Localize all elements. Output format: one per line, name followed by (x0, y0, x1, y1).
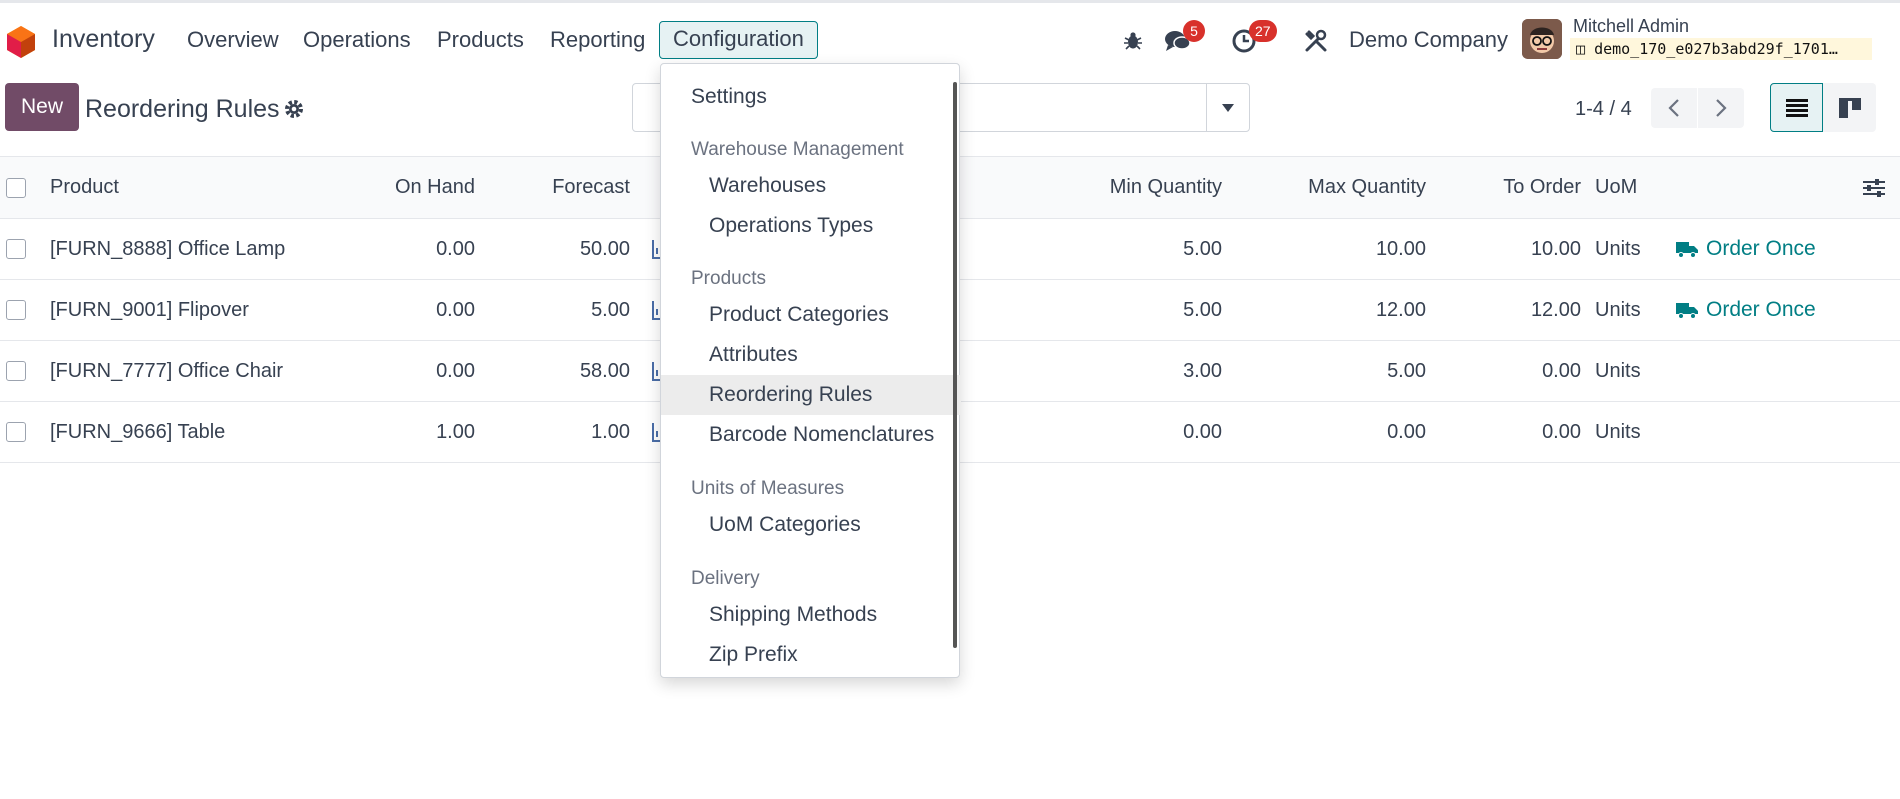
cell-product: [FURN_9666] Table (50, 420, 226, 443)
section-header-warehouse-management: Warehouse Management (691, 139, 904, 160)
menu-item-operations-types[interactable]: Operations Types (661, 206, 961, 246)
pager-value[interactable]: 1-4 / 4 (1575, 98, 1632, 121)
cell-forecast: 5.00 (591, 298, 630, 321)
menu-item-shipping-methods[interactable]: Shipping Methods (661, 595, 961, 635)
cell-min-quantity: 5.00 (1183, 298, 1222, 321)
menu-configuration[interactable]: Configuration (659, 21, 818, 59)
select-all-checkbox[interactable] (6, 178, 26, 198)
new-button[interactable]: New (5, 83, 79, 131)
database-icon: ◫ (1576, 40, 1586, 58)
menu-overview[interactable]: Overview (187, 27, 279, 53)
cell-uom: Units (1595, 420, 1641, 443)
cell-max-quantity: 10.00 (1375, 237, 1426, 260)
cell-product: [FURN_7777] Office Chair (50, 359, 284, 382)
cell-uom: Units (1595, 359, 1641, 382)
cell-product: [FURN_9001] Flipover (50, 298, 249, 321)
cell-forecast: 58.00 (579, 359, 630, 382)
menu-operations[interactable]: Operations (303, 27, 411, 53)
company-switcher[interactable]: Demo Company (1349, 27, 1508, 53)
optional-columns-icon[interactable] (1862, 157, 1886, 218)
list-icon (1785, 98, 1808, 117)
menu-item-reordering-rules[interactable]: Reordering Rules (661, 375, 961, 415)
menu-item-zip-prefix[interactable]: Zip Prefix (661, 635, 961, 675)
chevron-right-icon (1716, 99, 1727, 117)
order-once-label: Order Once (1706, 298, 1816, 321)
user-name[interactable]: Mitchell Admin (1573, 16, 1689, 37)
pager-previous-button[interactable] (1651, 88, 1697, 128)
menu-item-product-categories[interactable]: Product Categories (661, 295, 961, 335)
cell-on-hand: 0.00 (436, 359, 475, 382)
section-header-products: Products (691, 268, 766, 289)
cell-max-quantity: 12.00 (1375, 298, 1426, 321)
menu-products[interactable]: Products (437, 27, 524, 53)
cell-on-hand: 1.00 (436, 420, 475, 443)
user-avatar[interactable] (1522, 19, 1562, 59)
debug-bug-icon[interactable] (1119, 27, 1147, 55)
cell-uom: Units (1595, 237, 1641, 260)
configuration-dropdown: Settings Warehouse Management Warehouses… (660, 63, 961, 678)
cell-to-order: 12.00 (1530, 298, 1581, 321)
row-checkbox[interactable] (6, 361, 26, 381)
caret-down-icon (1222, 103, 1234, 112)
column-to-order[interactable]: To Order (1430, 157, 1581, 218)
tools-icon[interactable] (1302, 27, 1330, 55)
section-header-delivery: Delivery (691, 568, 760, 589)
app-name[interactable]: Inventory (52, 25, 155, 54)
cell-on-hand: 0.00 (436, 298, 475, 321)
cell-to-order: 0.00 (1542, 420, 1581, 443)
column-on-hand[interactable]: On Hand (330, 157, 475, 218)
menu-item-uom-categories[interactable]: UoM Categories (661, 505, 961, 545)
cell-min-quantity: 3.00 (1183, 359, 1222, 382)
cell-max-quantity: 5.00 (1387, 359, 1426, 382)
cell-max-quantity: 0.00 (1387, 420, 1426, 443)
menu-reporting[interactable]: Reporting (550, 27, 645, 53)
odoo-inventory-logo-icon[interactable] (6, 25, 36, 59)
column-product[interactable]: Product (50, 157, 119, 218)
row-checkbox[interactable] (6, 422, 26, 442)
order-once-button[interactable]: Order Once (1676, 280, 1816, 340)
menu-item-settings[interactable]: Settings (661, 77, 961, 117)
search-options-toggle[interactable] (1206, 84, 1249, 131)
database-name: ◫ demo_170_e027b3abd29f_1701… (1570, 38, 1872, 60)
column-forecast[interactable]: Forecast (480, 157, 630, 218)
column-min-quantity[interactable]: Min Quantity (1020, 157, 1222, 218)
column-max-quantity[interactable]: Max Quantity (1230, 157, 1426, 218)
gear-icon[interactable] (283, 98, 305, 125)
menu-item-barcode-nomenclatures[interactable]: Barcode Nomenclatures (661, 415, 961, 455)
cell-product: [FURN_8888] Office Lamp (50, 237, 286, 260)
cell-on-hand: 0.00 (436, 237, 475, 260)
page-title: Reordering Rules (85, 95, 280, 123)
menu-item-attributes[interactable]: Attributes (661, 335, 961, 375)
messages-badge: 5 (1183, 20, 1205, 42)
list-view-button[interactable] (1770, 83, 1823, 132)
truck-icon (1676, 303, 1698, 319)
row-checkbox[interactable] (6, 300, 26, 320)
database-label: demo_170_e027b3abd29f_1701… (1594, 40, 1838, 58)
section-header-units-of-measures: Units of Measures (691, 478, 845, 499)
kanban-icon (1838, 97, 1861, 118)
column-uom[interactable]: UoM (1595, 157, 1637, 218)
activities-badge: 27 (1249, 20, 1277, 42)
order-once-button[interactable]: Order Once (1676, 219, 1816, 279)
dropdown-scrollbar[interactable] (953, 82, 957, 648)
kanban-view-button[interactable] (1823, 83, 1876, 132)
chevron-left-icon (1668, 99, 1679, 117)
cell-min-quantity: 5.00 (1183, 237, 1222, 260)
cell-forecast: 50.00 (579, 237, 630, 260)
menu-item-warehouses[interactable]: Warehouses (661, 166, 961, 206)
row-checkbox[interactable] (6, 239, 26, 259)
pager-next-button[interactable] (1698, 88, 1744, 128)
cell-forecast: 1.00 (591, 420, 630, 443)
order-once-label: Order Once (1706, 237, 1816, 260)
truck-icon (1676, 242, 1698, 258)
cell-uom: Units (1595, 298, 1641, 321)
cell-min-quantity: 0.00 (1183, 420, 1222, 443)
cell-to-order: 10.00 (1530, 237, 1581, 260)
cell-to-order: 0.00 (1542, 359, 1581, 382)
